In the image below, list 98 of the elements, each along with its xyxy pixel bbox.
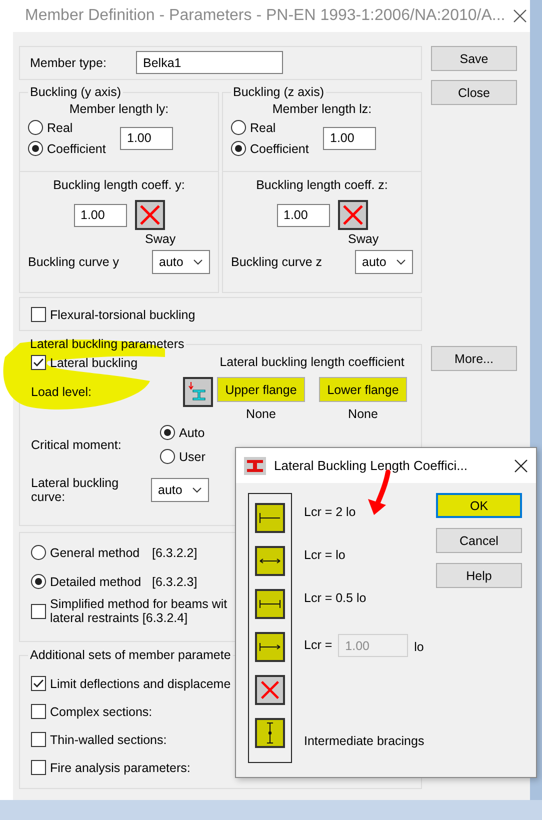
dialog-button[interactable]: Help	[436, 563, 522, 588]
length-field[interactable]: 1.00	[323, 126, 376, 150]
checkbox[interactable]	[31, 760, 46, 775]
flange-button[interactable]: Lower flange	[319, 377, 407, 402]
window-title: Member Definition - Parameters - PN-EN 1993-1:2006/NA:2010/A...	[25, 7, 506, 25]
cross-icon	[138, 204, 160, 226]
bracing-icon	[266, 722, 274, 744]
length-coeff-title: Lateral buckling length coefficient	[220, 355, 404, 369]
member-length-label: Member length lz:	[272, 102, 372, 116]
load-level-label: Load level:	[31, 385, 92, 399]
method-label: Detailed method	[50, 574, 142, 588]
checkbox[interactable]	[31, 307, 46, 322]
option-label: Lcr = 0.5 lo	[304, 591, 366, 605]
beam-custom-icon	[259, 643, 281, 651]
sway-label: Sway	[348, 232, 380, 246]
option-button[interactable]	[255, 675, 285, 705]
beam-logo-icon	[244, 456, 266, 474]
cross-icon	[260, 680, 280, 700]
group-title: Additional sets of member paramete	[28, 648, 233, 662]
option-button[interactable]	[255, 589, 285, 619]
simplified-method-label: Simplified method for beams wit	[50, 597, 228, 611]
coeff-field[interactable]: 1.00	[276, 204, 330, 226]
checkbox[interactable]	[31, 355, 46, 370]
beam-fixed-end-icon	[259, 512, 281, 524]
radio-button[interactable]	[28, 120, 43, 135]
dropdown[interactable]: auto	[151, 478, 209, 502]
simplified-method-label: lateral restraints [6.3.2.4]	[50, 611, 189, 625]
checkbox-label: Limit deflections and displaceme	[50, 676, 231, 690]
radio-label: Real	[250, 120, 276, 134]
checkbox-label: Lateral buckling	[50, 356, 138, 370]
option-label: Lcr = 2 lo	[304, 505, 356, 519]
option-label: Lcr = lo	[304, 548, 346, 562]
radio-label: Coefficient	[250, 142, 309, 156]
radio-button[interactable]	[31, 545, 46, 560]
member-type-label: Member type:	[30, 56, 108, 70]
dropdown[interactable]: auto	[355, 250, 413, 274]
clause-reference: [6.3.2.2]	[152, 546, 198, 560]
dialog-button[interactable]: More...	[431, 346, 517, 371]
sway-label: Sway	[145, 232, 177, 246]
checkbox[interactable]	[31, 604, 46, 618]
radio-label: User	[179, 450, 206, 464]
i-beam-icon	[188, 381, 208, 403]
member-type-field[interactable]: Belka1	[136, 51, 283, 74]
unit-label: lo	[414, 640, 424, 654]
dialog-button[interactable]: OK	[436, 493, 522, 518]
lateral-curve-label: Lateral buckling curve:	[31, 476, 120, 504]
flange-value: None	[246, 407, 276, 421]
coeff-label: Buckling length coeff. y:	[53, 178, 185, 192]
radio-button[interactable]	[31, 574, 46, 589]
chevron-down-icon	[396, 259, 406, 265]
dialog-button[interactable]: Cancel	[436, 528, 522, 553]
radio-button[interactable]	[160, 449, 175, 464]
flange-value: None	[348, 407, 378, 421]
radio-button[interactable]	[160, 425, 175, 440]
radio-button[interactable]	[231, 141, 246, 156]
critical-moment-label: Critical moment:	[31, 438, 122, 452]
beam-pinned-icon	[259, 557, 281, 565]
option-label: Lcr =	[304, 638, 332, 652]
beam-both-fixed-icon	[259, 599, 281, 609]
radio-button[interactable]	[28, 141, 43, 156]
option-button[interactable]	[255, 546, 285, 576]
close-icon[interactable]	[513, 9, 528, 23]
clause-reference: [6.3.2.3]	[152, 574, 198, 588]
method-label: General method	[50, 546, 141, 560]
option-button[interactable]	[255, 503, 285, 533]
dialog-button[interactable]: Close	[431, 80, 517, 105]
checkbox[interactable]	[31, 676, 46, 691]
load-level-button[interactable]	[183, 377, 213, 407]
close-icon[interactable]	[514, 458, 528, 472]
sway-button[interactable]	[134, 200, 164, 230]
checkbox[interactable]	[31, 732, 46, 747]
buckling-curve-label: Buckling curve y	[28, 255, 120, 269]
checkbox-label: Thin-walled sections:	[50, 732, 167, 746]
chevron-down-icon	[193, 259, 203, 265]
radio-label: Coefficient	[47, 142, 106, 156]
checkbox-label: Flexural-torsional buckling	[50, 308, 196, 322]
sway-button[interactable]	[338, 200, 368, 230]
group-title: Buckling (z axis)	[231, 85, 326, 99]
length-field[interactable]: 1.00	[120, 126, 173, 150]
coeff-label: Buckling length coeff. z:	[256, 178, 388, 192]
chevron-down-icon	[192, 487, 202, 493]
radio-button[interactable]	[231, 120, 246, 135]
checkbox-label: Fire analysis parameters:	[50, 760, 190, 774]
cross-icon	[342, 204, 364, 226]
coeff-field[interactable]: 1.00	[74, 204, 126, 226]
option-button[interactable]	[255, 718, 285, 748]
dialog-button[interactable]: Save	[431, 46, 517, 71]
radio-label: Auto	[179, 426, 205, 440]
buckling-curve-label: Buckling curve z	[231, 255, 322, 269]
group-title: Buckling (y axis)	[28, 85, 123, 99]
member-length-label: Member length ly:	[69, 102, 169, 116]
checkbox[interactable]	[31, 704, 46, 719]
popup-title: Lateral Buckling Length Coeffici...	[274, 458, 468, 473]
flange-button[interactable]: Upper flange	[217, 377, 305, 402]
checkbox-label: Complex sections:	[50, 704, 152, 718]
radio-label: Real	[47, 120, 73, 134]
dropdown[interactable]: auto	[152, 250, 210, 274]
option-label: Intermediate bracings	[304, 734, 424, 748]
